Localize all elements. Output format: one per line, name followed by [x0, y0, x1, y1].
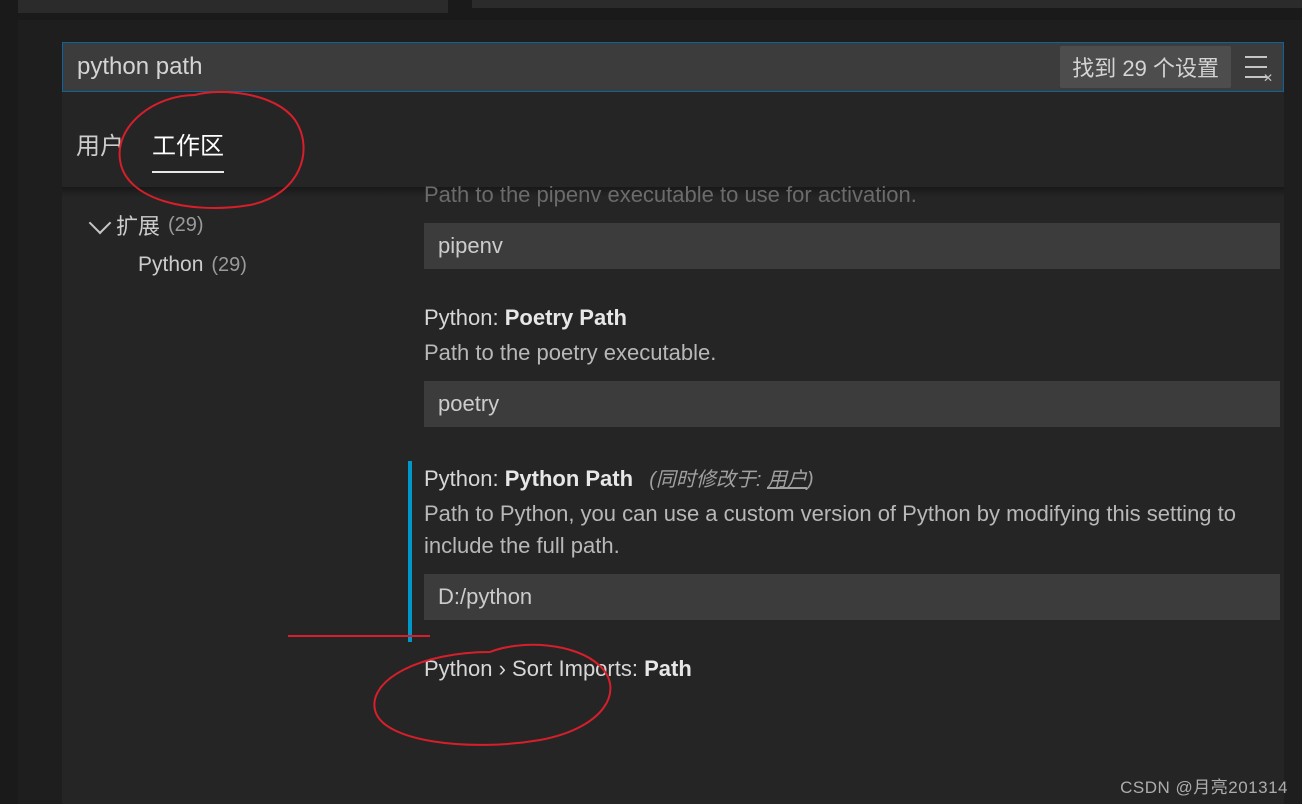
title-bar-tab	[0, 0, 448, 13]
outline-group-count: (29)	[168, 214, 204, 237]
setting-title-name: Poetry Path	[505, 305, 627, 330]
setting-title-prefix: Python › Sort Imports:	[424, 656, 644, 681]
outline-group-label: 扩展	[116, 209, 160, 241]
tab-user[interactable]: 用户	[76, 116, 124, 173]
outline-group-extensions[interactable]: 扩展 (29)	[92, 203, 402, 247]
setting-pipenv-path: Path to the pipenv executable to use for…	[402, 179, 1284, 297]
scope-user-link[interactable]: 用户	[767, 469, 807, 491]
setting-title: Python › Sort Imports: Path	[424, 656, 1284, 682]
outline-item-count: (29)	[211, 254, 247, 277]
left-gutter	[0, 0, 18, 804]
settings-outline: 扩展 (29) Python (29)	[62, 197, 402, 692]
setting-title-prefix: Python:	[424, 305, 505, 330]
setting-title-name: Path	[644, 656, 692, 681]
setting-description: Path to the poetry executable.	[424, 337, 1284, 369]
title-bar-area	[0, 0, 1302, 20]
scope-prefix: (同时修改于:	[649, 469, 767, 491]
setting-scope-note: (同时修改于: 用户)	[649, 469, 813, 491]
settings-search-row: 找到 29 个设置 ✕	[62, 42, 1284, 92]
tab-workspace[interactable]: 工作区	[152, 116, 224, 173]
setting-description: Path to the pipenv executable to use for…	[424, 179, 1284, 211]
settings-filter-icon[interactable]: ✕	[1241, 52, 1271, 82]
watermark: CSDN @月亮201314	[1120, 773, 1288, 798]
setting-title-prefix: Python:	[424, 466, 505, 491]
setting-description: Path to Python, you can use a custom ver…	[424, 498, 1284, 562]
setting-python-path: Python: Python Path (同时修改于: 用户) Path to …	[402, 455, 1284, 648]
outline-item-python[interactable]: Python (29)	[92, 247, 402, 283]
setting-title-name: Python Path	[505, 466, 633, 491]
search-results-count: 找到 29 个设置	[1060, 46, 1231, 88]
pipenv-path-input[interactable]	[424, 223, 1280, 269]
settings-search-input[interactable]	[63, 53, 1060, 81]
python-path-input[interactable]	[424, 574, 1280, 620]
outline-item-label: Python	[138, 253, 203, 277]
settings-body: 扩展 (29) Python (29) Path to the pipenv e…	[62, 187, 1284, 692]
setting-sort-imports-path: Python › Sort Imports: Path	[402, 648, 1284, 692]
setting-title: Python: Python Path (同时修改于: 用户)	[424, 463, 1284, 492]
settings-scope-tabs: 用户 工作区	[62, 116, 1284, 173]
title-bar-rest	[472, 0, 1302, 8]
scope-suffix: )	[807, 469, 814, 491]
setting-title: Python: Poetry Path	[424, 305, 1284, 331]
setting-poetry-path: Python: Poetry Path Path to the poetry e…	[402, 297, 1284, 455]
chevron-down-icon	[89, 212, 112, 235]
poetry-path-input[interactable]	[424, 381, 1280, 427]
settings-panel: 找到 29 个设置 ✕ 用户 工作区 扩展 (29) Python (29)	[62, 42, 1284, 804]
settings-details: Path to the pipenv executable to use for…	[402, 197, 1284, 692]
